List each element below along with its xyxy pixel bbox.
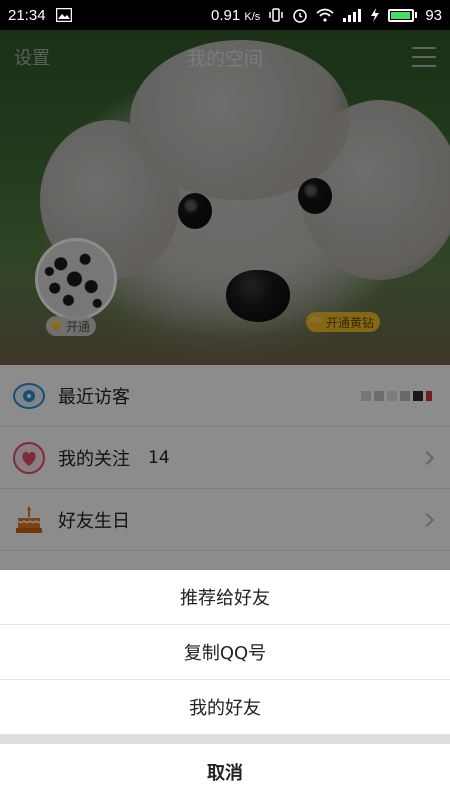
- battery-level: 93: [425, 6, 442, 24]
- my-friends-button[interactable]: 我的好友: [0, 680, 450, 735]
- status-time: 21:34: [8, 6, 46, 24]
- wifi-icon: [316, 8, 334, 22]
- vibrate-icon: [268, 8, 284, 22]
- charging-icon: [370, 8, 380, 22]
- signal-icon: [342, 8, 362, 22]
- sheet-divider: [0, 735, 450, 744]
- recommend-to-friend-button[interactable]: 推荐给好友: [0, 570, 450, 625]
- copy-qq-number-button[interactable]: 复制QQ号: [0, 625, 450, 680]
- battery-icon: [388, 8, 418, 22]
- modal-overlay[interactable]: [0, 30, 450, 570]
- action-sheet: 推荐给好友 复制QQ号 我的好友 取消: [0, 570, 450, 800]
- cancel-button[interactable]: 取消: [0, 744, 450, 800]
- image-notification-icon: [55, 8, 72, 22]
- network-speed: 0.91 K/s: [211, 6, 261, 24]
- status-bar: 21:34 0.91 K/s 93: [0, 0, 450, 30]
- alarm-icon: [292, 7, 308, 23]
